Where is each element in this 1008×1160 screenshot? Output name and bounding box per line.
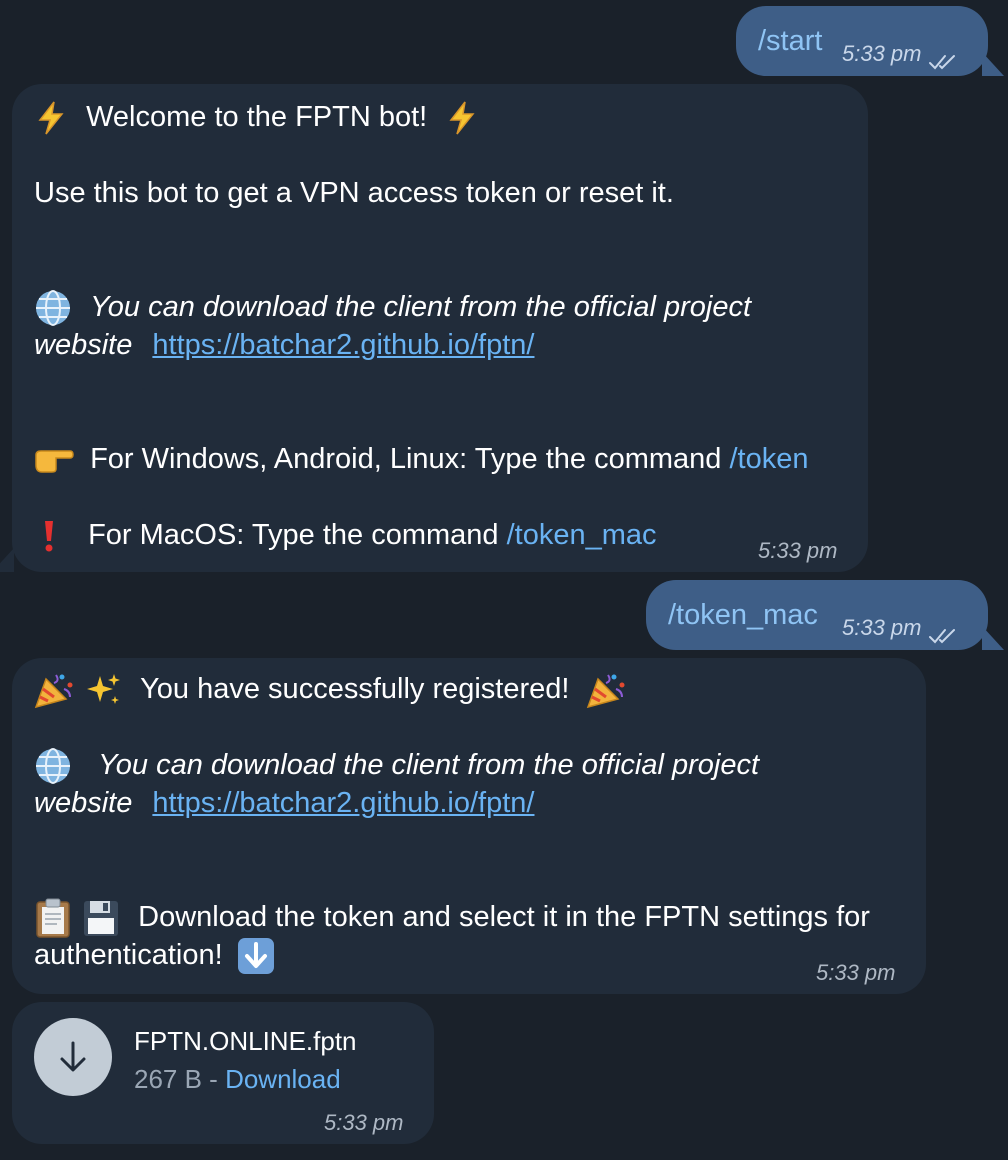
globe-emoji-icon [34,747,72,785]
token-mac-command-link[interactable]: /token_mac [507,519,657,551]
download-link[interactable]: Download [225,1064,341,1094]
download-info-line: You can download the client from the off… [34,288,751,327]
bubble-tail [0,548,14,572]
message-time: 5:33 pm [816,960,896,985]
link-line: website https://batchar2.github.io/fptn/ [34,329,535,361]
double-check-icon [928,45,960,70]
message-meta: 5:33 pm [842,609,960,647]
message-text: /start [758,25,823,57]
file-info: 267 B - Download [134,1060,341,1098]
message-time: 5:33 pm [324,1110,404,1135]
message-time: 5:33 pm [758,538,838,563]
party-popper-emoji-icon [586,671,626,709]
intro-line: Use this bot to get a VPN access token o… [34,177,674,209]
file-name: FPTN.ONLINE.fptn [134,1026,357,1056]
registered-line: You have successfully registered! [34,670,626,709]
outgoing-message-start[interactable]: /start 5:33 pm [736,6,988,76]
lightning-emoji-icon [34,100,68,136]
message-time: 5:33 pm [842,615,922,640]
lightning-emoji-icon [445,100,479,136]
double-check-icon [928,619,960,644]
windows-instruction-line: For Windows, Android, Linux: Type the co… [34,440,808,478]
message-text: /token_mac [668,599,818,631]
welcome-line: Welcome to the FPTN bot! [34,98,479,136]
download-info-line: You can download the client from the off… [34,746,759,785]
chat-history: /start 5:33 pm Welcome to the FPTN bot! … [0,0,1008,1160]
party-popper-emoji-icon [34,671,74,709]
pointing-right-emoji-icon [34,445,74,475]
clipboard-emoji-icon [34,898,72,939]
project-website-link[interactable]: https://batchar2.github.io/fptn/ [152,787,534,819]
download-arrow-icon [60,1041,86,1072]
red-exclamation-emoji-icon [34,519,64,553]
outgoing-message-token-mac[interactable]: /token_mac 5:33 pm [646,580,988,650]
project-website-link[interactable]: https://batchar2.github.io/fptn/ [152,329,534,361]
link-line: website https://batchar2.github.io/fptn/ [34,787,535,819]
token-command-link[interactable]: /token [729,443,808,475]
globe-emoji-icon [34,289,72,327]
down-arrow-button-emoji-icon [237,937,275,975]
message-time: 5:33 pm [842,41,922,66]
token-instruction-line-2: authentication! [34,936,275,975]
incoming-message-registered[interactable]: You have successfully registered! You ca… [12,658,926,994]
token-instruction-line: Download the token and select it in the … [34,898,870,939]
download-file-button[interactable] [34,1018,112,1096]
macos-instruction-line: For MacOS: Type the command /token_mac [34,516,657,554]
floppy-disk-emoji-icon [82,898,120,938]
bubble-tail [982,626,1004,650]
incoming-file-message[interactable]: FPTN.ONLINE.fptn 267 B - Download 5:33 p… [12,1002,434,1144]
sparkles-emoji-icon [86,672,122,708]
bubble-tail [982,52,1004,76]
message-meta: 5:33 pm [842,35,960,73]
file-size: 267 B [134,1064,202,1094]
incoming-message-welcome[interactable]: Welcome to the FPTN bot! Use this bot to… [12,84,868,572]
file-info-separator: - [201,1064,226,1094]
